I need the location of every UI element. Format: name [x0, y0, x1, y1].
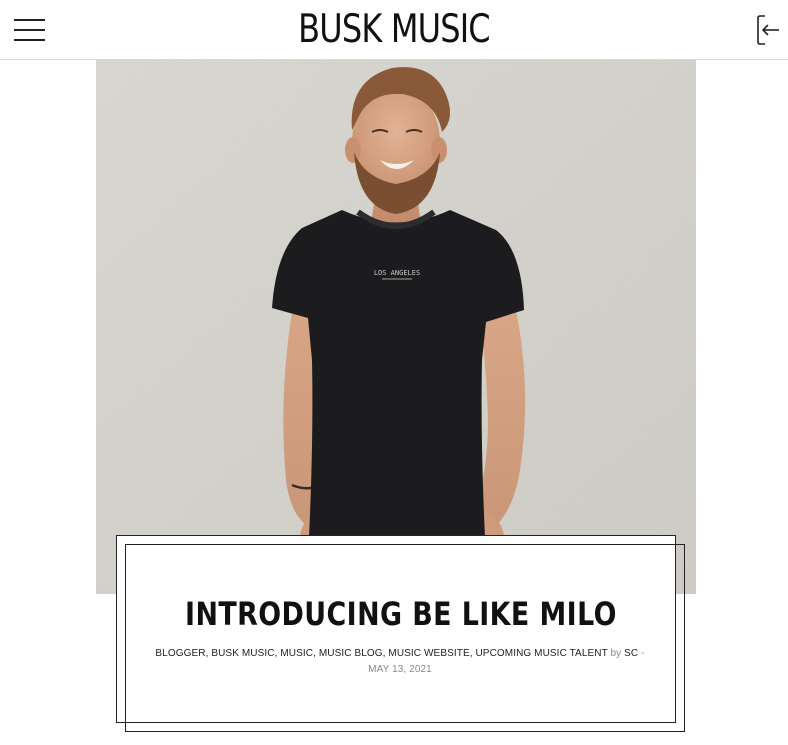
author-link[interactable]: SC	[624, 648, 638, 659]
post-date: MAY 13, 2021	[368, 664, 432, 675]
top-bar: BUSK MUSIC	[0, 0, 788, 60]
post-title[interactable]: INTRODUCING BE LIKE MILO	[162, 592, 641, 636]
site-title[interactable]: BUSK MUSIC	[71, 4, 717, 56]
post-card-frame-front	[125, 544, 685, 732]
category-link[interactable]: MUSIC WEBSITE	[388, 648, 469, 659]
login-arrow-icon[interactable]	[754, 13, 782, 47]
category-link[interactable]: MUSIC BLOG	[319, 648, 383, 659]
featured-image[interactable]: LOS ANGELES	[96, 60, 696, 594]
category-link[interactable]: BUSK MUSIC	[211, 648, 274, 659]
category-link[interactable]: UPCOMING MUSIC TALENT	[475, 648, 607, 659]
hamburger-menu-icon[interactable]	[14, 17, 45, 43]
meta-separator: -	[641, 648, 645, 659]
post-meta: BLOGGER, BUSK MUSIC, MUSIC, MUSIC BLOG, …	[155, 648, 645, 675]
by-label: by	[610, 648, 622, 659]
category-link[interactable]: BLOGGER	[155, 648, 205, 659]
category-link[interactable]: MUSIC	[280, 648, 313, 659]
shirt-print-text: LOS ANGELES	[374, 269, 420, 277]
